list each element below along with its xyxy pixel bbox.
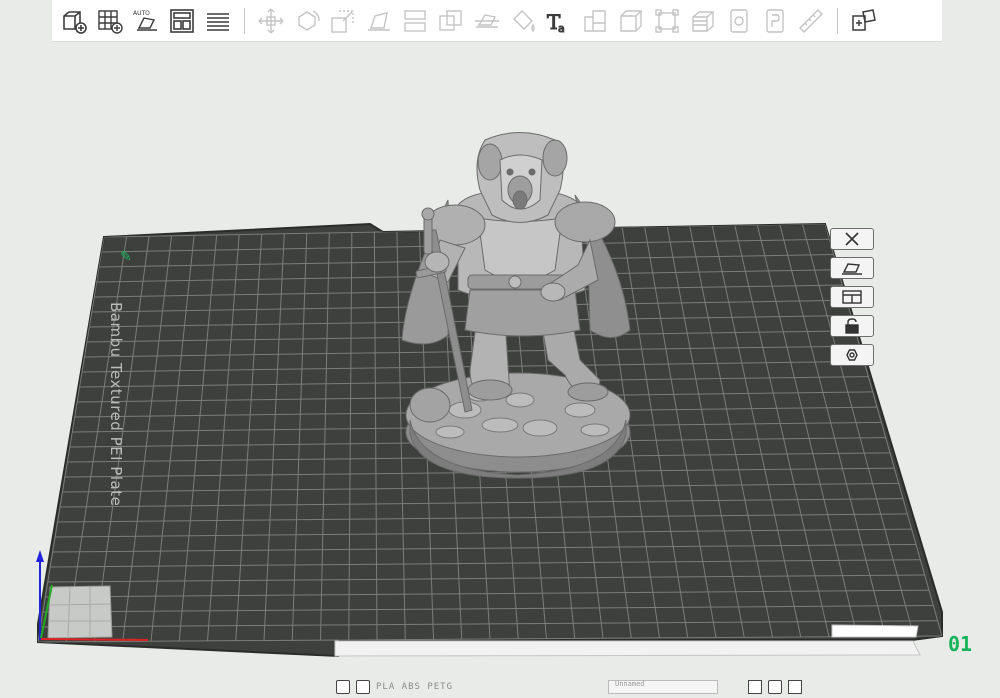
main-toolbar: AUTO Ta xyxy=(52,0,942,42)
scale-icon xyxy=(331,9,354,33)
seam-paint-button[interactable] xyxy=(685,4,721,38)
lock-icon xyxy=(845,318,859,334)
svg-text:a: a xyxy=(558,22,565,35)
plate-tools xyxy=(830,228,880,373)
arrange-plate-button[interactable] xyxy=(830,286,874,308)
delete-plate-button[interactable] xyxy=(830,228,874,250)
split-objects-icon xyxy=(404,9,426,32)
plate-name-label: Bambu Textured PEI Plate xyxy=(107,302,125,507)
lay-on-face-icon xyxy=(368,11,390,31)
assembly-icon xyxy=(852,8,876,31)
text-icon: Ta xyxy=(547,9,566,35)
seam-paint-icon xyxy=(692,10,714,32)
home-icon[interactable] xyxy=(788,680,802,694)
ruler-icon xyxy=(766,8,784,33)
plate-info: Unnamed xyxy=(608,680,718,694)
add-object-button[interactable] xyxy=(56,4,92,38)
cut-button[interactable] xyxy=(469,4,505,38)
measure-button[interactable] xyxy=(613,4,649,38)
ruler-button[interactable] xyxy=(757,4,793,38)
rotate-button[interactable] xyxy=(289,4,325,38)
home-icon[interactable] xyxy=(748,680,762,694)
split-objects-button[interactable] xyxy=(397,4,433,38)
arrange-icon xyxy=(170,8,194,33)
camera-icon[interactable] xyxy=(768,680,782,694)
variable-layer-button[interactable] xyxy=(721,4,757,38)
rotate-icon xyxy=(298,9,320,31)
grid-icon[interactable] xyxy=(336,680,350,694)
ruler-diag-icon xyxy=(799,8,823,33)
paint-button[interactable] xyxy=(505,4,541,38)
measure-ruler-button[interactable] xyxy=(793,4,829,38)
auto-orient-icon: AUTO xyxy=(133,10,157,31)
add-plate-icon xyxy=(98,9,123,34)
filament-icon[interactable] xyxy=(356,680,370,694)
lay-on-face-button[interactable] xyxy=(361,4,397,38)
paint-icon xyxy=(513,9,535,32)
arrange-button[interactable] xyxy=(164,4,200,38)
plate-settings-button[interactable] xyxy=(830,344,874,366)
3d-viewport[interactable]: Bambu Textured PEI Plate ✎ 01 PLA ABS PE… xyxy=(0,42,1000,694)
support-paint-button[interactable] xyxy=(649,4,685,38)
mesh-boolean-button[interactable] xyxy=(577,4,613,38)
orient-plate-button[interactable] xyxy=(830,257,874,279)
auto-orient-button[interactable]: AUTO xyxy=(128,4,164,38)
move-button[interactable] xyxy=(253,4,289,38)
filament-types: PLA ABS PETG xyxy=(376,682,454,692)
assembly-button[interactable] xyxy=(846,4,882,38)
excluded-zone xyxy=(47,585,113,639)
svg-text:AUTO: AUTO xyxy=(133,10,150,17)
lock-plate-button[interactable] xyxy=(830,315,874,337)
measure-icon xyxy=(620,9,642,32)
arrange-plate-icon xyxy=(842,290,862,304)
add-plate-button[interactable] xyxy=(92,4,128,38)
move-icon xyxy=(258,8,284,33)
plate-slot-strip xyxy=(334,640,921,657)
toolbar-separator xyxy=(837,7,838,34)
variable-layer-icon xyxy=(730,8,748,33)
split-parts-button[interactable] xyxy=(433,4,469,38)
support-paint-icon xyxy=(655,8,679,33)
close-icon xyxy=(845,232,859,246)
add-object-icon xyxy=(63,10,87,34)
scale-button[interactable] xyxy=(325,4,361,38)
edit-pencil-icon[interactable]: ✎ xyxy=(120,248,132,265)
mesh-boolean-icon xyxy=(584,9,606,32)
settings-icon xyxy=(846,349,858,361)
3d-model[interactable] xyxy=(401,132,631,479)
toolbar-separator xyxy=(244,7,245,34)
cut-icon xyxy=(475,13,499,28)
orient-plate-icon xyxy=(842,263,862,275)
split-parts-icon xyxy=(439,9,462,31)
slice-layers-icon xyxy=(207,12,229,31)
plate-filament-strip: PLA ABS PETG Unnamed xyxy=(336,676,931,698)
slice-layers-button[interactable] xyxy=(200,4,236,38)
text-tool-button[interactable]: Ta xyxy=(541,4,577,38)
plate-number[interactable]: 01 xyxy=(948,632,972,656)
